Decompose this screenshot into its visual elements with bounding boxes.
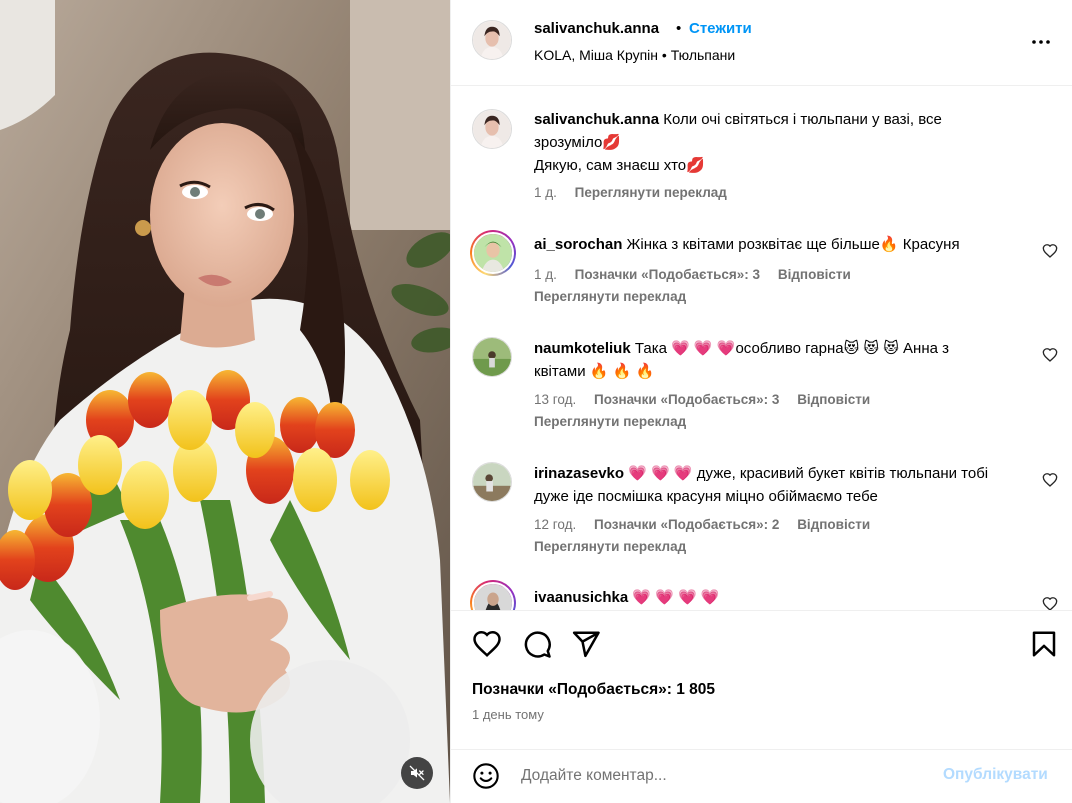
- caption-time: 1 д.: [534, 185, 557, 200]
- comment-body: Жінка з квітами розквітає ще більше🔥 Кра…: [626, 236, 960, 253]
- comment-likes-link[interactable]: Позначки «Подобається»: 3: [594, 392, 779, 407]
- video-frame: [0, 0, 450, 803]
- reply-button[interactable]: Відповісти: [778, 267, 851, 282]
- translate-link[interactable]: Переглянути переклад: [534, 289, 686, 304]
- reply-button[interactable]: Відповісти: [797, 517, 870, 532]
- comment-icon[interactable]: [522, 629, 552, 659]
- post-actions: Позначки «Подобається»: 1 805 1 день том…: [451, 610, 1072, 750]
- post-side-panel: salivanchuk.anna • Стежити KOLA, Міша Кр…: [450, 0, 1072, 803]
- translate-link[interactable]: Переглянути переклад: [534, 414, 686, 429]
- speaker-muted-icon: [409, 765, 425, 781]
- avatar-photo: [473, 463, 511, 501]
- author-avatar[interactable]: [472, 20, 512, 60]
- avatar-photo: [473, 110, 511, 148]
- comment-username[interactable]: ai_sorochan: [534, 236, 622, 253]
- comments-list[interactable]: salivanchuk.anna Коли очі світяться і тю…: [451, 87, 1072, 610]
- instagram-post: salivanchuk.anna • Стежити KOLA, Міша Кр…: [0, 0, 1072, 803]
- comment-username[interactable]: ivaanusichka: [534, 589, 628, 606]
- author-username[interactable]: salivanchuk.anna: [534, 20, 659, 37]
- caption-line-2: Дякую, сам знаєш хто💋: [534, 157, 705, 174]
- comment-text: naumkoteliuk Така 💗 💗 💗особливо гарна😻 😻…: [534, 337, 1004, 383]
- mute-toggle-button[interactable]: [401, 757, 433, 789]
- heart-icon[interactable]: [472, 629, 502, 659]
- comment-likes-link[interactable]: Позначки «Подобається»: 2: [594, 517, 779, 532]
- like-comment-heart-icon[interactable]: [1042, 347, 1058, 363]
- more-options-button[interactable]: [1029, 30, 1053, 54]
- comment-text: ivaanusichka 💗 💗 💗 💗: [534, 586, 1004, 609]
- publish-button[interactable]: Опублікувати: [943, 766, 1048, 784]
- commenter-avatar[interactable]: [470, 230, 516, 276]
- reply-button[interactable]: Відповісти: [797, 392, 870, 407]
- comment-meta: 1 д. Позначки «Подобається»: 3 Відповіст…: [534, 267, 865, 282]
- comment-input[interactable]: [521, 764, 921, 788]
- comment-meta: 13 год. Позначки «Подобається»: 3 Відпов…: [534, 392, 884, 407]
- comment-body: 💗 💗 💗 💗: [632, 589, 720, 606]
- avatar-photo: [474, 584, 512, 610]
- caption-translate-link[interactable]: Переглянути переклад: [575, 185, 727, 200]
- like-comment-heart-icon[interactable]: [1042, 243, 1058, 259]
- likes-count[interactable]: Позначки «Подобається»: 1 805: [472, 681, 715, 699]
- commenter-avatar[interactable]: [472, 462, 512, 502]
- comment-username[interactable]: irinazasevko: [534, 465, 624, 482]
- caption-text: salivanchuk.anna Коли очі світяться і тю…: [534, 108, 1004, 177]
- more-horizontal-icon: [1032, 40, 1050, 44]
- comment-text: ai_sorochan Жінка з квітами розквітає ще…: [534, 233, 1024, 256]
- caption-username[interactable]: salivanchuk.anna: [534, 111, 659, 128]
- separator-dot: •: [676, 20, 682, 37]
- share-icon[interactable]: [571, 629, 601, 659]
- comment-time: 12 год.: [534, 517, 577, 532]
- follow-button[interactable]: Стежити: [689, 20, 752, 37]
- commenter-avatar[interactable]: [470, 580, 516, 610]
- audio-track-link[interactable]: KOLA, Міша Крупін • Тюльпани: [534, 47, 735, 63]
- comment-likes-link[interactable]: Позначки «Подобається»: 3: [575, 267, 760, 282]
- save-icon[interactable]: [1029, 629, 1059, 659]
- post-video[interactable]: [0, 0, 450, 803]
- caption-meta: 1 д. Переглянути переклад: [534, 185, 741, 200]
- emoji-icon[interactable]: [472, 762, 500, 790]
- avatar-photo: [473, 21, 511, 59]
- caption-avatar[interactable]: [472, 109, 512, 149]
- commenter-avatar[interactable]: [472, 337, 512, 377]
- comment-text: irinazasevko 💗 💗 💗 дуже, красивий букет …: [534, 462, 1004, 508]
- translate-link[interactable]: Переглянути переклад: [534, 539, 686, 554]
- comment-meta: 12 год. Позначки «Подобається»: 2 Відпов…: [534, 517, 884, 532]
- comment-composer: Опублікувати: [451, 749, 1072, 803]
- comment-time: 1 д.: [534, 267, 557, 282]
- like-comment-heart-icon[interactable]: [1042, 472, 1058, 488]
- avatar-photo: [474, 234, 512, 272]
- comment-username[interactable]: naumkoteliuk: [534, 340, 631, 357]
- post-timestamp[interactable]: 1 день тому: [472, 707, 544, 722]
- comment-time: 13 год.: [534, 392, 577, 407]
- like-comment-heart-icon[interactable]: [1042, 596, 1058, 610]
- avatar-photo: [473, 338, 511, 376]
- post-header: salivanchuk.anna • Стежити KOLA, Міша Кр…: [451, 0, 1072, 86]
